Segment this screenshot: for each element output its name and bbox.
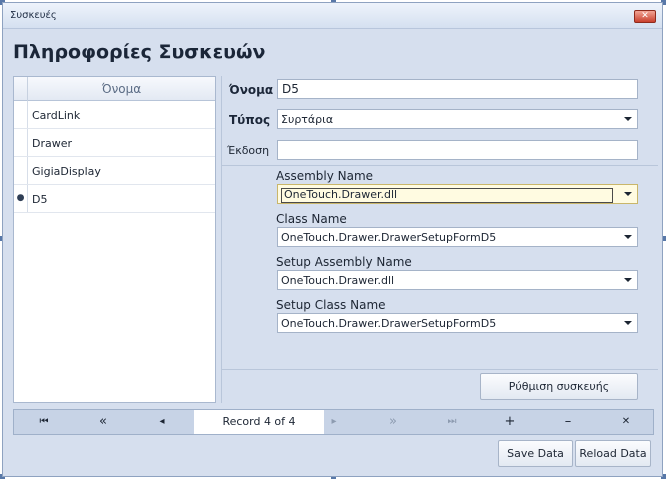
current-row-indicator-icon: ● <box>14 185 28 212</box>
class-name-label: Class Name <box>276 212 347 226</box>
class-name-select[interactable]: OneTouch.Drawer.DrawerSetupFormD5 <box>277 227 638 247</box>
row-indicator <box>14 101 28 128</box>
assembly-name-label: Assembly Name <box>276 169 374 183</box>
version-label: Έκδοση <box>227 144 270 157</box>
page-title: Πληροφορίες Συσκευών <box>13 41 266 63</box>
panel-divider <box>221 76 222 403</box>
devices-window: Συσκευές ✕ Πληροφορίες Συσκευών Όνομα Ca… <box>2 2 663 477</box>
previous-page-icon[interactable]: « <box>91 410 115 434</box>
type-select[interactable]: Συρτάρια <box>277 109 638 129</box>
previous-record-icon[interactable]: ◂ <box>150 410 174 434</box>
name-label: Όνομα <box>229 83 274 97</box>
device-name-cell[interactable]: Drawer <box>32 137 72 150</box>
setup-class-name-value: OneTouch.Drawer.DrawerSetupFormD5 <box>281 317 497 330</box>
table-row[interactable]: GigiaDisplay <box>14 157 215 185</box>
title-bar: Συσκευές ✕ <box>3 3 662 29</box>
type-label: Τύπος <box>229 113 271 127</box>
grid-header: Όνομα <box>14 77 215 101</box>
chevron-down-icon <box>624 117 632 121</box>
chevron-down-icon <box>624 278 632 282</box>
setup-class-name-select[interactable]: OneTouch.Drawer.DrawerSetupFormD5 <box>277 313 638 333</box>
type-value: Συρτάρια <box>281 113 334 126</box>
table-row[interactable]: CardLink <box>14 101 215 129</box>
record-position: Record 4 of 4 <box>194 410 324 434</box>
table-row[interactable]: Drawer <box>14 129 215 157</box>
row-indicator <box>14 157 28 184</box>
name-field[interactable]: D5 <box>277 79 638 99</box>
table-row[interactable]: ● D5 <box>14 185 215 213</box>
save-data-button[interactable]: Save Data <box>498 440 573 467</box>
cancel-edit-button[interactable]: ✕ <box>614 410 638 434</box>
setup-class-name-label: Setup Class Name <box>276 298 386 312</box>
row-indicator-header <box>14 77 28 101</box>
device-setup-button[interactable]: Ρύθμιση συσκευής <box>480 373 638 400</box>
reload-data-button[interactable]: Reload Data <box>575 440 651 467</box>
window-title: Συσκευές <box>10 10 57 21</box>
add-record-button[interactable]: + <box>498 410 522 434</box>
chevron-down-icon <box>624 321 632 325</box>
remove-record-button[interactable]: – <box>556 410 580 434</box>
assembly-name-value: OneTouch.Drawer.dll <box>281 188 613 203</box>
devices-grid[interactable]: Όνομα CardLink Drawer GigiaDisplay ● D5 <box>13 76 216 403</box>
last-record-icon[interactable]: ⏭ <box>440 410 464 434</box>
version-field[interactable] <box>277 140 638 160</box>
setup-assembly-name-value: OneTouch.Drawer.dll <box>281 274 395 287</box>
next-page-icon[interactable]: » <box>381 410 405 434</box>
setup-assembly-name-label: Setup Assembly Name <box>276 255 412 269</box>
column-header-name[interactable]: Όνομα <box>28 82 215 96</box>
assembly-name-select[interactable]: OneTouch.Drawer.dll <box>277 184 638 204</box>
device-name-cell[interactable]: CardLink <box>32 109 80 122</box>
class-name-value: OneTouch.Drawer.DrawerSetupFormD5 <box>281 231 497 244</box>
form-separator <box>222 165 658 166</box>
chevron-down-icon <box>624 235 632 239</box>
chevron-down-icon <box>624 192 632 196</box>
row-indicator <box>14 129 28 156</box>
next-record-icon[interactable]: ▸ <box>322 410 346 434</box>
device-name-cell[interactable]: GigiaDisplay <box>32 165 101 178</box>
record-navigator: ⏮ « ◂ Record 4 of 4 ▸ » ⏭ + – ✕ <box>13 409 654 435</box>
device-name-cell[interactable]: D5 <box>32 193 47 206</box>
first-record-icon[interactable]: ⏮ <box>32 410 56 434</box>
close-icon: ✕ <box>641 11 649 21</box>
setup-assembly-name-select[interactable]: OneTouch.Drawer.dll <box>277 270 638 290</box>
form-separator <box>222 369 658 370</box>
close-button[interactable]: ✕ <box>634 10 656 23</box>
